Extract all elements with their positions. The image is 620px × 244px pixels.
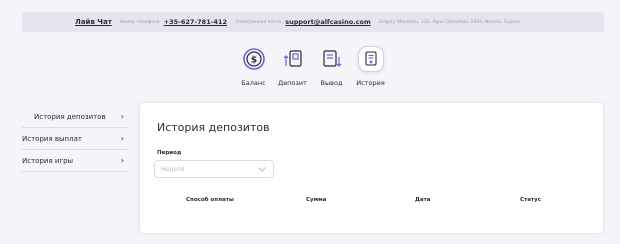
deposit-history-card: История депозитов Период Неделя Способ о…: [140, 103, 603, 233]
period-select[interactable]: Неделя: [154, 160, 274, 178]
svg-text:$: $: [250, 56, 256, 66]
sidebar-item-label: История игры: [22, 156, 74, 165]
nav-history[interactable]: История: [351, 46, 390, 87]
page-title: История депозитов: [157, 121, 270, 134]
withdraw-icon: [319, 46, 345, 72]
account-nav: $ Баланс Депозит Вывод История: [234, 46, 390, 87]
chevron-right-icon: ›: [120, 156, 124, 165]
column-header-amount: Сумма: [306, 197, 327, 203]
chevron-down-icon: [258, 166, 266, 172]
column-header-payment-method: Способ оплаты: [186, 197, 234, 203]
sidebar-item-games[interactable]: История игры ›: [22, 150, 128, 172]
column-header-status: Статус: [520, 197, 541, 203]
nav-withdraw-label: Вывод: [320, 79, 343, 87]
period-select-value: Неделя: [161, 165, 185, 173]
sidebar-item-payouts[interactable]: История выплат ›: [22, 128, 128, 150]
nav-deposit[interactable]: Депозит: [273, 46, 312, 87]
nav-withdraw[interactable]: Вывод: [312, 46, 351, 87]
nav-deposit-label: Депозит: [278, 79, 307, 87]
phone-label: Номер телефона: [119, 19, 160, 25]
history-icon: [357, 46, 384, 72]
chevron-right-icon: ›: [120, 112, 124, 121]
period-label: Период: [157, 150, 182, 156]
phone-link[interactable]: +35-627-781-412: [164, 18, 227, 26]
nav-history-label: История: [356, 79, 385, 87]
nav-balance-label: Баланс: [241, 79, 266, 87]
wallet-coin-icon: $: [241, 46, 267, 72]
deposit-icon: [280, 46, 306, 72]
history-sidebar: История депозитов › История выплат › Ист…: [22, 106, 128, 172]
chevron-right-icon: ›: [120, 134, 124, 143]
sidebar-item-label: История депозитов: [34, 112, 106, 121]
email-link[interactable]: support@alfcasino.com: [285, 18, 371, 26]
sidebar-item-label: История выплат: [22, 134, 82, 143]
address-text: Grigory Afxentiou, 133, Agios Dometios, …: [378, 19, 520, 25]
column-header-date: Дата: [415, 197, 431, 203]
live-chat-link[interactable]: Лайв Чат: [75, 18, 112, 26]
sidebar-item-deposits[interactable]: История депозитов ›: [22, 106, 128, 128]
email-label: Электронная почта: [234, 19, 282, 25]
nav-balance[interactable]: $ Баланс: [234, 46, 273, 87]
contact-bar: Лайв Чат Номер телефона +35-627-781-412 …: [22, 12, 604, 32]
